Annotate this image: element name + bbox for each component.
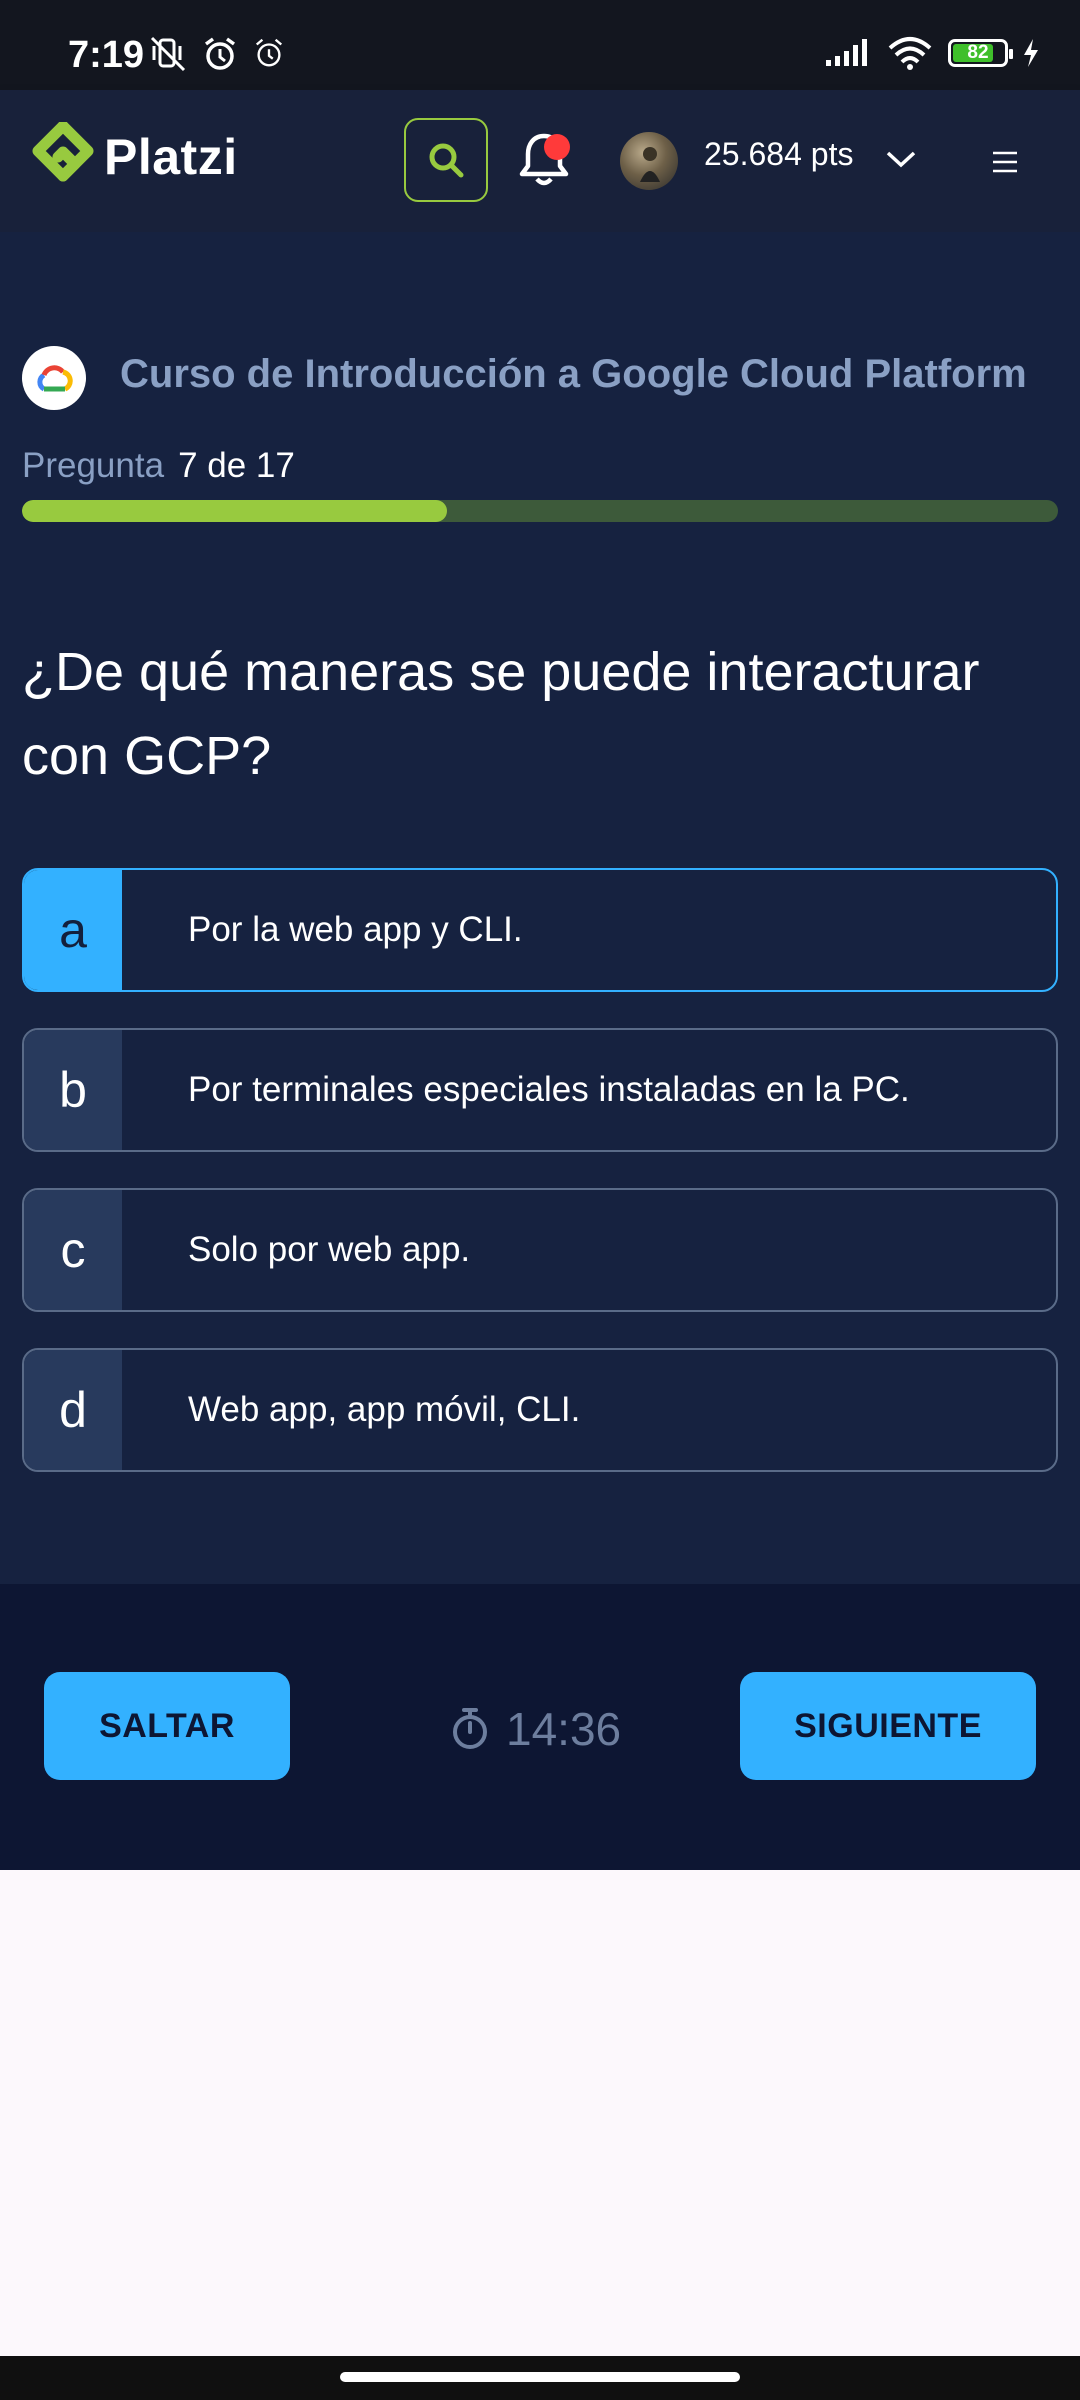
progress-label: Pregunta 7 de 17 [22,446,295,486]
progress-bar [22,500,1058,522]
option-letter: d [24,1350,122,1470]
status-icons-left [148,36,286,72]
avatar[interactable] [620,132,678,190]
option-text: Por la web app y CLI. [188,910,523,949]
app-header: Platzi 25.684 pts [0,90,1080,232]
answer-option-b[interactable]: b Por terminales especiales instaladas e… [22,1028,1058,1152]
answer-option-d[interactable]: d Web app, app móvil, CLI. [22,1348,1058,1472]
option-text: Solo por web app. [188,1230,471,1269]
signal-icon [826,39,867,66]
google-cloud-logo [22,346,86,410]
home-indicator[interactable] [340,2372,740,2382]
next-button[interactable]: SIGUIENTE [740,1672,1036,1780]
status-icons-right: 82 [824,36,1040,70]
quiz-panel: Curso de Introducción a Google Cloud Pla… [0,232,1080,1584]
alarm-icon [204,37,236,70]
search-button[interactable] [404,118,488,202]
answer-option-c[interactable]: c Solo por web app. [22,1188,1058,1312]
status-bar: 7:19 82 [0,0,1080,90]
course-title: Curso de Introducción a Google Cloud Pla… [120,352,1027,396]
status-time: 7:19 [68,34,145,76]
alarm-outline-icon [255,38,283,67]
vibrate-off-icon [150,36,186,72]
charging-icon [1024,39,1038,67]
quiz-footer: SALTAR 14:36 SIGUIENTE [0,1584,1080,1870]
notification-badge [544,134,570,160]
question-text: ¿De qué maneras se puede interacturar co… [22,642,980,786]
option-letter: a [24,870,122,990]
wifi-icon [888,37,932,70]
search-icon [429,143,464,178]
stopwatch-icon [453,1708,487,1749]
option-text: Por terminales especiales instaladas en … [188,1070,910,1109]
progress-bar-fill [22,500,447,522]
progress-count: 7 de 17 [178,446,295,485]
answer-option-a[interactable]: a Por la web app y CLI. [22,868,1058,992]
option-letter: c [24,1190,122,1310]
answer-options: a Por la web app y CLI. b Por terminales… [22,868,1058,1508]
timer-value: 14:36 [506,1703,622,1755]
battery-icon: 82 [948,39,1013,67]
google-cloud-icon [37,365,73,392]
option-letter: b [24,1030,122,1150]
brand-name: Platzi [104,129,238,185]
platzi-logo[interactable]: Platzi [30,122,238,192]
timer: 14:36 [450,1702,621,1756]
avatar-image [640,147,660,182]
skip-button[interactable]: SALTAR [44,1672,290,1780]
hamburger-menu-icon[interactable] [990,150,1020,174]
battery-level: 82 [967,42,989,63]
points-value[interactable]: 25.684 pts [704,136,853,173]
chevron-down-icon[interactable] [884,148,918,170]
platzi-logo-icon [32,122,94,182]
progress-label-text: Pregunta [22,446,165,485]
option-text: Web app, app móvil, CLI. [188,1390,581,1429]
